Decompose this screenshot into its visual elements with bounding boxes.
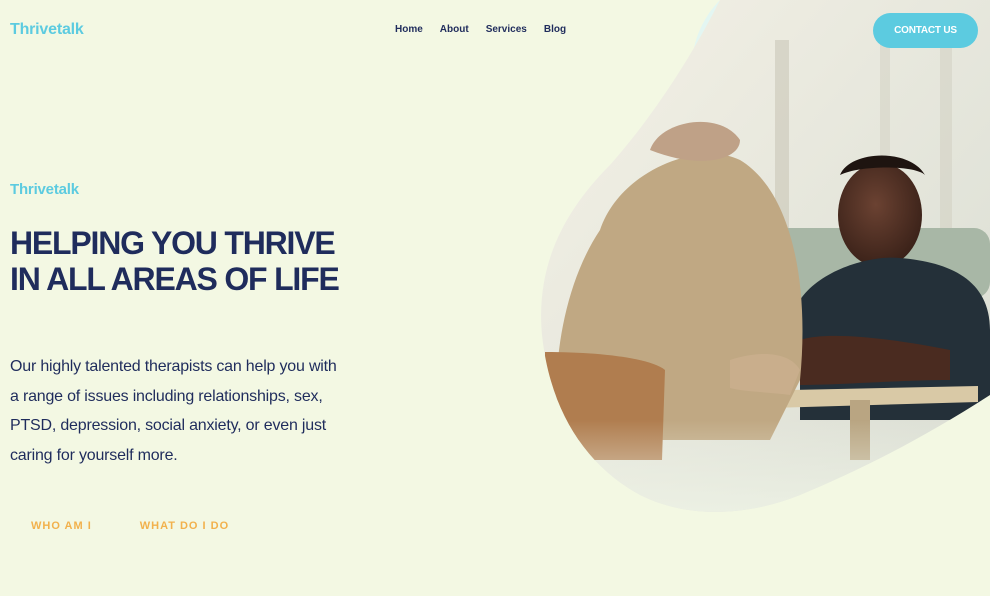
nav-blog-link[interactable]: Blog bbox=[544, 24, 566, 35]
hero-image-area bbox=[541, 0, 990, 512]
logo[interactable]: Thrivetalk bbox=[10, 21, 84, 39]
hero-brand-label: Thrivetalk bbox=[10, 181, 79, 198]
who-am-i-link[interactable]: WHO AM I bbox=[31, 520, 92, 532]
hero-title-line-2: IN ALL AREAS OF LIFE bbox=[10, 261, 340, 297]
hero-cta-links: WHO AM I WHAT DO I DO bbox=[31, 520, 229, 532]
page: Thrivetalk Home About Services Blog CONT… bbox=[0, 0, 990, 596]
hero-title: HELPING YOU THRIVE IN ALL AREAS OF LIFE bbox=[10, 225, 370, 297]
nav-services-link[interactable]: Services bbox=[486, 24, 527, 35]
hero-title-line-1: HELPING YOU THRIVE bbox=[10, 225, 336, 261]
what-do-i-do-link[interactable]: WHAT DO I DO bbox=[140, 520, 229, 532]
contact-us-button[interactable]: CONTACT US bbox=[873, 13, 978, 48]
hero-description: Our highly talented therapists can help … bbox=[10, 358, 337, 464]
therapy-session-photo bbox=[541, 0, 990, 512]
nav-about-link[interactable]: About bbox=[440, 24, 469, 35]
nav-home-link[interactable]: Home bbox=[395, 24, 423, 35]
main-nav: Home About Services Blog bbox=[395, 24, 566, 35]
